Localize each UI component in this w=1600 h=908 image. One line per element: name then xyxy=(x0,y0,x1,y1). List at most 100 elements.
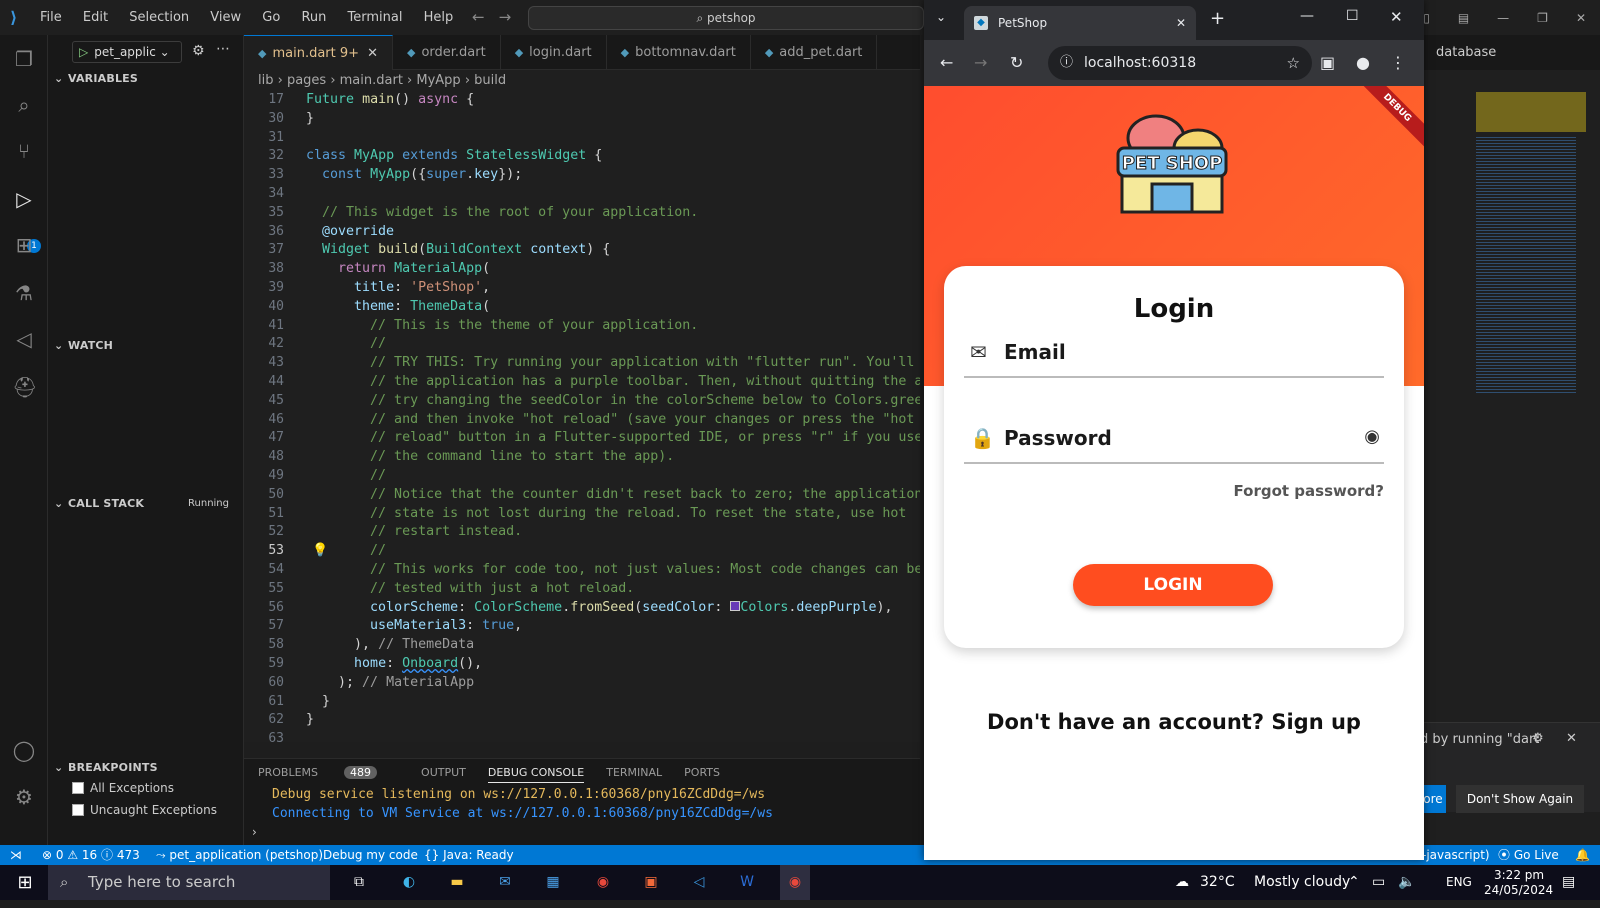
menu-run[interactable]: Run xyxy=(301,10,326,25)
restore-icon[interactable]: ❐ xyxy=(1537,11,1548,25)
maximize-icon[interactable]: ☐ xyxy=(1346,8,1359,24)
close-icon[interactable]: ✕ xyxy=(1176,6,1186,40)
menu-go[interactable]: Go xyxy=(262,10,280,25)
weather-text[interactable]: Mostly cloudy xyxy=(1254,865,1350,900)
play-icon[interactable]: ▷ xyxy=(79,45,88,59)
notifications-icon[interactable]: 🔔 xyxy=(1575,845,1590,865)
tab-terminal[interactable]: TERMINAL xyxy=(606,766,662,783)
menu-selection[interactable]: Selection xyxy=(129,10,189,25)
minimize-icon[interactable]: — xyxy=(1497,11,1509,25)
bp-all-exceptions[interactable]: All Exceptions xyxy=(72,781,174,795)
vscode-icon[interactable]: ◁ xyxy=(684,865,714,900)
gear-icon[interactable]: ⚙ xyxy=(192,43,205,59)
extensions-icon[interactable]: ⊞ xyxy=(12,233,36,257)
task-view-icon[interactable]: ⧉ xyxy=(344,865,374,900)
java-status[interactable]: {} Java: Ready xyxy=(424,845,514,865)
breadcrumb[interactable]: lib › pages › main.dart › MyApp › build xyxy=(244,70,920,92)
file-explorer-icon[interactable]: ▬ xyxy=(442,865,472,900)
more-icon[interactable]: ⋯ xyxy=(216,41,230,57)
layout-icon[interactable]: ▯ xyxy=(1423,11,1430,25)
tab-add-pet-dart[interactable]: ◆ add_pet.dart xyxy=(751,35,878,70)
url-input[interactable]: ⓘ localhost:60318 ☆ xyxy=(1048,46,1312,80)
watch-section[interactable]: ⌄ WATCH xyxy=(54,339,113,352)
remote-indicator-icon[interactable]: ⋊ xyxy=(10,845,22,865)
explorer-icon[interactable]: ❐ xyxy=(12,47,36,71)
command-center[interactable]: ⌕ petshop xyxy=(528,6,924,30)
minimap[interactable] xyxy=(1476,135,1576,395)
dont-show-again-button[interactable]: Don't Show Again xyxy=(1456,785,1584,813)
notification-center-icon[interactable]: ▤ xyxy=(1562,865,1575,900)
new-tab-icon[interactable]: + xyxy=(1210,8,1225,29)
run-debug-icon[interactable]: ▷ xyxy=(12,187,36,211)
tab-bottomnav-dart[interactable]: ◆ bottomnav.dart xyxy=(607,35,751,70)
close-icon[interactable]: ✕ xyxy=(1390,8,1403,26)
chrome-icon[interactable]: ◉ xyxy=(588,865,618,900)
checkbox[interactable] xyxy=(72,782,84,794)
back-icon[interactable]: ← xyxy=(940,46,953,80)
browser-tab-petshop[interactable]: ◆ PetShop ✕ xyxy=(964,6,1196,40)
debug-mode[interactable]: Debug my code xyxy=(323,845,418,865)
network-icon[interactable]: ▭ xyxy=(1372,865,1385,900)
word-icon[interactable]: W xyxy=(732,865,762,900)
tab-output[interactable]: OUTPUT xyxy=(421,766,466,783)
profile-icon[interactable]: ● xyxy=(1356,46,1370,80)
menu-file[interactable]: File xyxy=(40,10,62,25)
side-panel-icon[interactable]: ▣ xyxy=(1320,46,1335,80)
tab-ports[interactable]: PORTS xyxy=(684,766,720,783)
checkbox[interactable] xyxy=(72,804,84,816)
edge-icon[interactable]: ◐ xyxy=(394,865,424,900)
search-icon[interactable]: ⌕ xyxy=(12,93,36,117)
close-icon[interactable]: ✕ xyxy=(1576,11,1586,25)
tab-search-icon[interactable]: ⌄ xyxy=(936,10,946,24)
minimize-icon[interactable]: — xyxy=(1300,8,1314,24)
mail-icon[interactable]: ✉ xyxy=(490,865,520,900)
visibility-off-icon[interactable]: ◉ xyxy=(1364,426,1380,447)
chrome-active-icon[interactable]: ◉ xyxy=(780,865,810,900)
login-button[interactable]: LOGIN xyxy=(1073,564,1273,606)
bookmark-star-icon[interactable]: ☆ xyxy=(1287,46,1300,80)
close-icon[interactable]: ✕ xyxy=(367,46,378,61)
windows-start-icon[interactable]: ⊞ xyxy=(10,865,40,900)
email-field[interactable]: ✉ Email xyxy=(964,334,1384,378)
language-mode[interactable]: -javascript) xyxy=(1422,845,1490,865)
temperature[interactable]: 32°C xyxy=(1200,865,1235,900)
settings-gear-icon[interactable]: ⚙ xyxy=(12,785,36,809)
store-icon[interactable]: ▦ xyxy=(538,865,568,900)
account-icon[interactable]: ◯ xyxy=(12,738,36,762)
source-control-icon[interactable]: ⑂ xyxy=(12,139,36,163)
input-language[interactable]: ENG xyxy=(1446,865,1472,900)
site-info-icon[interactable]: ⓘ xyxy=(1060,46,1073,80)
testing-icon[interactable]: ⚗ xyxy=(12,281,36,305)
call-stack-section[interactable]: ⌄ CALL STACK xyxy=(54,497,144,510)
tab-order-dart[interactable]: ◆ order.dart xyxy=(393,35,501,70)
menu-terminal[interactable]: Terminal xyxy=(348,10,403,25)
breakpoints-section[interactable]: ⌄ BREAKPOINTS xyxy=(54,761,158,774)
tab-login-dart[interactable]: ◆ login.dart xyxy=(501,35,607,70)
tab-problems[interactable]: PROBLEMS 489 xyxy=(258,766,399,783)
clock-date[interactable]: 24/05/2024 xyxy=(1484,873,1553,908)
remote-icon[interactable]: ⛑ xyxy=(12,375,37,399)
menu-view[interactable]: View xyxy=(210,10,241,25)
flutter-icon[interactable]: ◁ xyxy=(12,327,36,351)
volume-icon[interactable]: 🔈 xyxy=(1398,865,1415,900)
tab-debug-console[interactable]: DEBUG CONSOLE xyxy=(487,766,585,783)
menu-edit[interactable]: Edit xyxy=(83,10,108,25)
debug-config-select[interactable]: ▷ pet_applic ⌄ xyxy=(72,41,182,63)
menu-dots-icon[interactable]: ⋮ xyxy=(1390,46,1406,80)
layout2-icon[interactable]: ▤ xyxy=(1458,11,1469,25)
menu-help[interactable]: Help xyxy=(424,10,454,25)
variables-section[interactable]: ⌄ VARIABLES xyxy=(54,72,138,85)
secondary-tab[interactable]: database xyxy=(1420,35,1600,70)
tab-main-dart[interactable]: ◆ main.dart 9+ ✕ xyxy=(244,35,393,70)
tray-chevron-icon[interactable]: ⌃ xyxy=(1348,865,1360,900)
postman-icon[interactable]: ▣ xyxy=(636,865,666,900)
signup-link[interactable]: Don't have an account? Sign up xyxy=(924,710,1424,734)
reload-icon[interactable]: ↻ xyxy=(1010,46,1023,80)
problems-status[interactable]: ⊗ 0 ⚠ 16 ⓘ 473 xyxy=(42,845,140,865)
code-editor[interactable]: 17 30 31 32 33 34 35 36 37 38 39 40 41 42 43 44 45 46 47 48… xyxy=(244,92,920,742)
password-field[interactable]: 🔒 Password ◉ xyxy=(964,420,1384,464)
bp-uncaught-exceptions[interactable]: Uncaught Exceptions xyxy=(72,803,217,817)
debug-target[interactable]: ⤳ pet_application (petshop) xyxy=(156,845,323,865)
nav-arrows[interactable]: ←→ xyxy=(472,8,525,26)
taskbar-search[interactable]: ⌕ Type here to search xyxy=(48,865,330,900)
